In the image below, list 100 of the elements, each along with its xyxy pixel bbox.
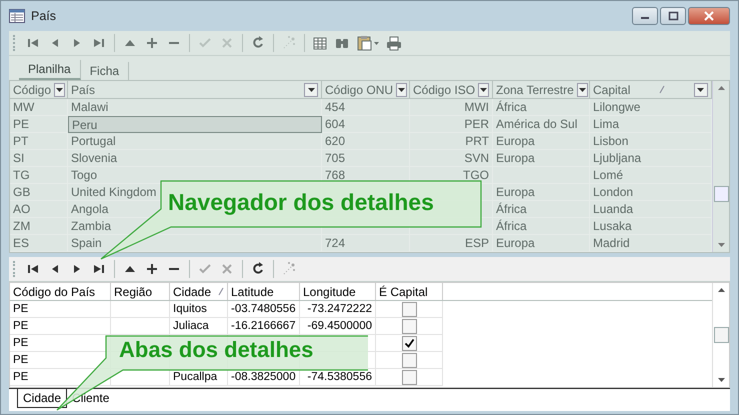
- window-title: País: [31, 9, 56, 23]
- column-header[interactable]: Região: [111, 283, 170, 300]
- column-header[interactable]: Código ONU: [322, 81, 410, 98]
- column-header[interactable]: Zona Terrestre: [493, 81, 590, 98]
- table-cell: SI: [10, 150, 68, 167]
- column-header[interactable]: Código ISO: [410, 81, 493, 98]
- caret-icon: [479, 86, 488, 92]
- table-cell: TG: [10, 167, 68, 184]
- table-cell: ZM: [10, 218, 68, 235]
- column-header[interactable]: Código do País: [10, 283, 111, 300]
- caret-icon: [578, 86, 587, 92]
- caret-icon: [696, 86, 706, 92]
- grid-icon: [312, 35, 328, 51]
- table-cell: 454: [322, 99, 410, 116]
- table-cell: MW: [10, 99, 68, 116]
- checkbox[interactable]: [402, 302, 416, 316]
- tab[interactable]: Cidade: [17, 389, 68, 408]
- table-cell: África: [493, 218, 590, 235]
- table-cell: MWI: [410, 99, 493, 116]
- table-cell: Lilongwe: [590, 99, 712, 116]
- maximize-button[interactable]: [660, 7, 686, 25]
- caret-icon: [397, 86, 406, 92]
- minimize-button[interactable]: [632, 7, 658, 25]
- scroll-thumb[interactable]: [714, 186, 728, 202]
- table-cell: AO: [10, 201, 68, 218]
- column-label: Capital: [593, 82, 630, 96]
- table-cell: Lima: [590, 116, 712, 133]
- add-icon: [144, 35, 160, 51]
- table-cell: América do Sul: [493, 116, 590, 133]
- checkmark-icon: [404, 338, 414, 348]
- scroll-thumb[interactable]: [714, 327, 728, 343]
- table-cell: 604: [322, 116, 410, 133]
- scroll-down-icon: [716, 242, 726, 248]
- column-label: Longitude: [303, 284, 356, 298]
- table-cell: Slovenia: [68, 150, 322, 167]
- column-label: País: [71, 82, 96, 96]
- filter-dropdown-button[interactable]: [396, 82, 408, 96]
- filter-dropdown-button[interactable]: [54, 82, 66, 96]
- close-icon: [703, 11, 715, 21]
- table-cell: Europa: [493, 133, 590, 150]
- table-cell: PT: [10, 133, 68, 150]
- column-header[interactable]: Código: [10, 81, 68, 98]
- table-cell: SVN: [410, 150, 493, 167]
- column-label: Código do País: [13, 284, 96, 298]
- column-label: Código ISO: [413, 82, 476, 96]
- table-cell: Ljubljana: [590, 150, 712, 167]
- scroll-down-icon: [716, 377, 726, 383]
- scroll-up-icon: [716, 85, 726, 91]
- column-label: Código ONU: [325, 82, 394, 96]
- table-cell: GB: [10, 184, 68, 201]
- table-cell: PRT: [410, 133, 493, 150]
- table-cell: PER: [410, 116, 493, 133]
- close-button[interactable]: [688, 7, 730, 25]
- table-cell: Portugal: [68, 133, 322, 150]
- column-label: Zona Terrestre: [496, 82, 574, 96]
- filter-dropdown-button[interactable]: [304, 82, 318, 96]
- table-cell: London: [590, 184, 712, 201]
- selected-cell: Peru: [68, 116, 322, 133]
- checkbox[interactable]: [402, 352, 416, 368]
- table-cell: [111, 301, 170, 318]
- table-cell: Lisbon: [590, 133, 712, 150]
- column-header[interactable]: Latitude: [228, 283, 300, 300]
- table-cell: ESP: [410, 235, 493, 252]
- table-cell: Europa: [493, 235, 590, 252]
- column-label: Região: [114, 284, 152, 298]
- column-label: É Capital: [379, 284, 428, 298]
- column-header[interactable]: É Capital: [376, 283, 443, 300]
- vertical-scrollbar[interactable]: [712, 81, 729, 252]
- wand-icon: [281, 35, 297, 51]
- filter-dropdown-button[interactable]: [576, 82, 588, 96]
- table-cell: 620: [322, 133, 410, 150]
- print-icon: [386, 35, 402, 51]
- vertical-scrollbar[interactable]: [712, 283, 729, 387]
- checkbox[interactable]: [402, 318, 416, 334]
- table-cell: -03.7480556: [228, 301, 300, 318]
- wand-icon: [281, 261, 297, 277]
- table-cell: África: [493, 201, 590, 218]
- caret-icon: [306, 86, 316, 92]
- column-label: Código: [13, 82, 52, 96]
- table-cell: 705: [322, 150, 410, 167]
- checkbox[interactable]: [402, 370, 416, 384]
- table-cell: 724: [322, 235, 410, 252]
- table-cell: Lomé: [590, 167, 712, 184]
- column-header[interactable]: Cidade: [170, 283, 228, 300]
- column-header[interactable]: Longitude: [300, 283, 376, 300]
- table-cell: África: [493, 99, 590, 116]
- table-cell: Lusaka: [590, 218, 712, 235]
- scroll-up-icon: [716, 287, 726, 293]
- column-header[interactable]: País: [68, 81, 322, 98]
- filter-dropdown-button[interactable]: [694, 82, 708, 96]
- table-cell: Iquitos: [170, 301, 228, 318]
- caret-icon: [55, 86, 64, 92]
- column-label: Latitude: [231, 284, 274, 298]
- table-cell: Europa: [493, 184, 590, 201]
- filter-dropdown-button[interactable]: [478, 82, 490, 96]
- column-header[interactable]: Capital: [590, 81, 712, 98]
- maximize-icon: [667, 11, 679, 21]
- clipboard-icon: [356, 35, 380, 51]
- checkbox[interactable]: [402, 336, 416, 350]
- table-cell: Luanda: [590, 201, 712, 218]
